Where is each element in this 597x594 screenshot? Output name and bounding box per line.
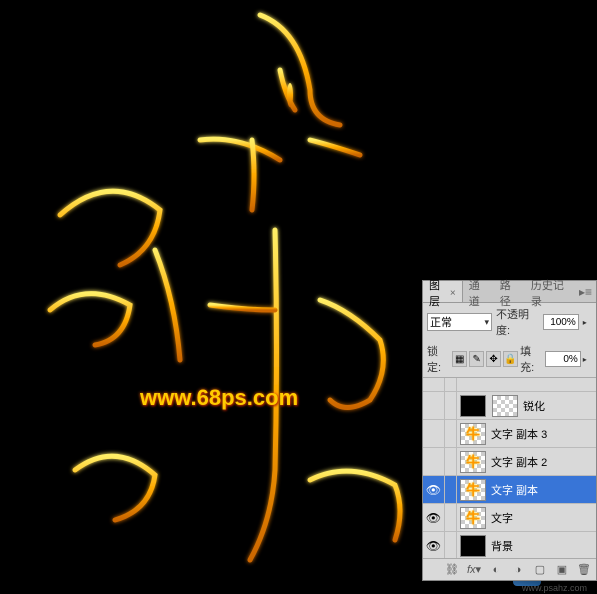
eye-icon: 👁 [426,511,441,525]
brand-url: www.psahz.com [522,583,587,593]
layer-item[interactable]: 牛 文字 副本 2 [423,448,596,476]
visibility-toggle[interactable]: 👁 [423,504,445,531]
link-layers-icon[interactable]: ⛓ [444,563,460,577]
panel-menu-icon[interactable]: ▸≡ [575,281,596,302]
panel-tabs: 图层 通道 路径 历史记录 ▸≡ [423,281,596,303]
panel-footer: ⛓ fx▾ ◐ ◑ ▢ ▣ 🗑 [423,558,596,580]
layer-name[interactable]: 文字 副本 3 [489,426,596,442]
layer-item[interactable] [423,378,596,392]
layers-panel: 图层 通道 路径 历史记录 ▸≡ 正常 不透明度: 100% ▸ 锁定: ▦ ✎… [422,280,597,581]
visibility-toggle[interactable]: 👁 [423,476,445,503]
opacity-input[interactable]: 100% [543,314,578,330]
layer-thumbnail[interactable]: 牛 [460,507,486,529]
new-layer-icon[interactable]: ▣ [554,563,570,577]
visibility-toggle[interactable] [423,448,445,475]
layer-thumbnail[interactable]: 牛 [460,423,486,445]
mask-icon[interactable]: ◐ [488,563,504,577]
visibility-toggle[interactable] [423,420,445,447]
watermark-68ps: www.68ps.com [140,385,298,411]
trash-icon[interactable]: 🗑 [576,563,592,577]
lock-all-icon[interactable]: 🔒 [503,351,518,367]
opacity-dropdown-icon[interactable]: ▸ [583,318,592,327]
layer-name[interactable]: 背景 [489,538,596,554]
tab-paths[interactable]: 路径 [494,281,525,302]
blend-mode-select[interactable]: 正常 [427,313,492,331]
fx-icon[interactable]: fx▾ [466,563,482,577]
fill-label: 填充: [520,343,543,375]
lock-transparency-icon[interactable]: ▦ [452,351,467,367]
fill-dropdown-icon[interactable]: ▸ [583,355,592,364]
folder-icon[interactable]: ▢ [532,563,548,577]
lock-move-icon[interactable]: ✥ [486,351,501,367]
adjustment-icon[interactable]: ◑ [510,563,526,577]
tab-channels[interactable]: 通道 [463,281,494,302]
visibility-toggle[interactable]: 👁 [423,532,445,558]
lock-fill-row: 锁定: ▦ ✎ ✥ 🔒 填充: 0% ▸ [423,341,596,378]
layer-name[interactable]: 文字 [489,510,596,526]
tab-layers[interactable]: 图层 [423,281,463,302]
layer-name[interactable]: 锐化 [521,398,596,414]
layer-thumbnail[interactable]: 牛 [460,451,486,473]
layer-thumbnail[interactable]: 牛 [460,479,486,501]
fill-input[interactable]: 0% [545,351,580,367]
layer-list: 锐化 牛 文字 副本 3 牛 文字 副本 2 👁 牛 文字 副本 👁 牛 文字 [423,378,596,558]
layer-item[interactable]: 👁 牛 文字 [423,504,596,532]
layer-thumbnail[interactable] [460,535,486,557]
tab-history[interactable]: 历史记录 [525,281,575,302]
mask-thumbnail[interactable] [492,395,518,417]
layer-item[interactable]: 👁 牛 文字 副本 [423,476,596,504]
eye-icon: 👁 [426,539,441,553]
visibility-toggle[interactable] [423,392,445,419]
lock-label: 锁定: [427,343,450,375]
layer-item[interactable]: 牛 文字 副本 3 [423,420,596,448]
layer-name[interactable]: 文字 副本 [489,482,596,498]
layer-item[interactable]: 👁 背景 [423,532,596,558]
eye-icon: 👁 [426,483,441,497]
layer-item[interactable]: 锐化 [423,392,596,420]
layer-name[interactable]: 文字 副本 2 [489,454,596,470]
blend-mode-value: 正常 [430,314,452,330]
layer-thumbnail[interactable] [460,395,486,417]
opacity-label: 不透明度: [496,306,539,338]
lock-brush-icon[interactable]: ✎ [469,351,484,367]
